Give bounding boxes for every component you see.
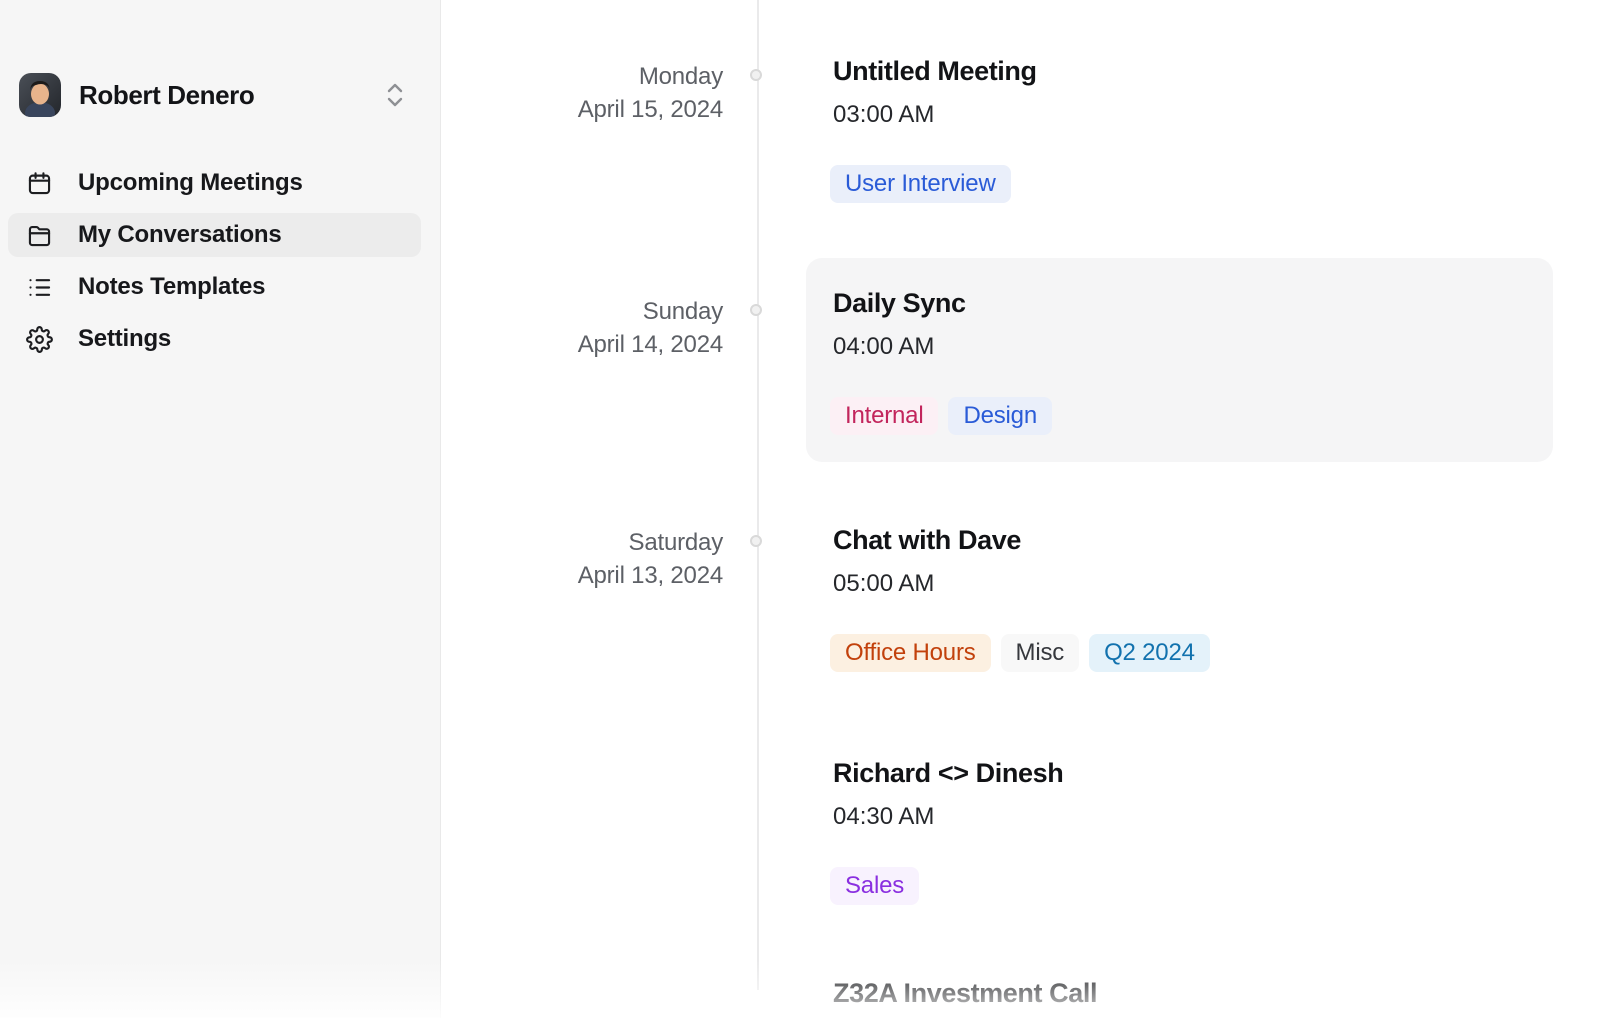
sidebar-item-label: My Conversations — [78, 221, 282, 249]
sidebar-item-label: Settings — [78, 325, 171, 353]
meeting-tags: Office Hours Misc Q2 2024 — [830, 634, 1210, 672]
app-window: Robert Denero Upcoming Meet — [0, 0, 1600, 1018]
sidebar-item-notes-templates[interactable]: Notes Templates — [8, 265, 421, 309]
date-day: Monday — [441, 60, 723, 93]
sidebar-item-settings[interactable]: Settings — [8, 317, 421, 361]
meeting-time: 04:30 AM — [833, 803, 1063, 831]
sidebar-item-upcoming-meetings[interactable]: Upcoming Meetings — [8, 161, 421, 205]
date-label: Saturday April 13, 2024 — [441, 526, 723, 592]
date-full: April 14, 2024 — [441, 328, 723, 361]
tag-chip-design[interactable]: Design — [948, 397, 1052, 435]
meeting-time: 04:00 AM — [833, 333, 1553, 361]
tag-chip-sales[interactable]: Sales — [830, 867, 919, 905]
user-name: Robert Denero — [79, 80, 254, 111]
meeting-title: Richard <> Dinesh — [833, 757, 1063, 789]
avatar — [19, 73, 61, 117]
date-day: Sunday — [441, 295, 723, 328]
date-full: April 13, 2024 — [441, 559, 723, 592]
timeline-dot — [750, 535, 762, 547]
folder-icon — [26, 222, 53, 249]
sidebar-item-my-conversations[interactable]: My Conversations — [8, 213, 421, 257]
meeting-entry-untitled-meeting[interactable]: Untitled Meeting 03:00 AM User Interview — [833, 55, 1037, 203]
tag-chip-misc[interactable]: Misc — [1001, 634, 1080, 672]
tag-chip-office-hours[interactable]: Office Hours — [830, 634, 991, 672]
meeting-entry-daily-sync[interactable]: Daily Sync 04:00 AM Internal Design — [806, 258, 1553, 462]
meeting-title: Daily Sync — [833, 287, 1553, 319]
meeting-tags: Internal Design — [830, 397, 1553, 435]
calendar-icon — [26, 170, 53, 197]
meeting-entry-richard-dinesh[interactable]: Richard <> Dinesh 04:30 AM Sales — [833, 757, 1063, 905]
unfold-chevron-icon — [383, 81, 407, 109]
timeline-dot — [750, 69, 762, 81]
meeting-entry-z32a-investment-call[interactable]: Z32A Investment Call — [833, 977, 1097, 1009]
timeline-dot — [750, 304, 762, 316]
date-label: Sunday April 14, 2024 — [441, 295, 723, 361]
timeline-line — [757, 0, 759, 990]
meeting-title: Untitled Meeting — [833, 55, 1037, 87]
meeting-title: Chat with Dave — [833, 524, 1210, 556]
meeting-tags: Sales — [830, 867, 1063, 905]
sidebar: Robert Denero Upcoming Meet — [0, 0, 441, 1018]
date-full: April 15, 2024 — [441, 93, 723, 126]
date-label: Monday April 15, 2024 — [441, 60, 723, 126]
date-day: Saturday — [441, 526, 723, 559]
tag-chip-user-interview[interactable]: User Interview — [830, 165, 1011, 203]
sidebar-item-label: Notes Templates — [78, 273, 265, 301]
list-icon — [26, 274, 53, 301]
meeting-entry-chat-with-dave[interactable]: Chat with Dave 05:00 AM Office Hours Mis… — [833, 524, 1210, 672]
meeting-time: 03:00 AM — [833, 101, 1037, 129]
sidebar-item-label: Upcoming Meetings — [78, 169, 303, 197]
gear-icon — [26, 326, 53, 353]
meeting-time: 05:00 AM — [833, 570, 1210, 598]
conversations-timeline: Monday April 15, 2024 Sunday April 14, 2… — [441, 0, 1600, 1018]
tag-chip-internal[interactable]: Internal — [830, 397, 938, 435]
meeting-title: Z32A Investment Call — [833, 977, 1097, 1009]
sidebar-nav: Upcoming Meetings My Conversations — [8, 161, 421, 369]
tag-chip-q2-2024[interactable]: Q2 2024 — [1089, 634, 1210, 672]
meeting-tags: User Interview — [830, 165, 1037, 203]
account-switcher-button[interactable]: Robert Denero — [19, 72, 421, 118]
